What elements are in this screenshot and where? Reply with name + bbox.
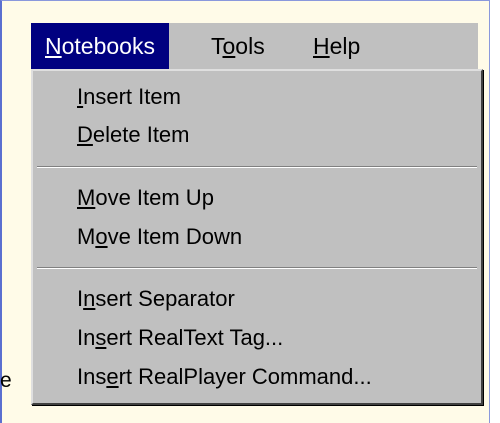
menu-item-insert-separator-post: sert Separator bbox=[95, 286, 235, 311]
menu-notebooks-accelerator: N bbox=[45, 33, 62, 59]
menu-help-post: elp bbox=[329, 33, 361, 59]
menu-item-insert-realplayer-command[interactable]: Insert RealPlayer Command... bbox=[77, 360, 372, 394]
menu-item-insert-realtext-tag-pre: In bbox=[77, 325, 96, 350]
menu-item-delete-item[interactable]: Delete Item bbox=[77, 118, 190, 152]
menubar: Notebooks Tools Help bbox=[31, 23, 478, 69]
menu-item-move-item-down-pre: M bbox=[77, 224, 96, 249]
menu-item-move-item-down-post: ve Item Down bbox=[107, 224, 243, 249]
background-text-fragment: e bbox=[0, 369, 12, 392]
menu-tools[interactable]: Tools bbox=[197, 23, 279, 69]
menu-item-insert-separator[interactable]: Insert Separator bbox=[77, 282, 235, 316]
menu-item-insert-realtext-tag-post: ert RealText Tag... bbox=[106, 325, 284, 350]
menu-separator-1 bbox=[37, 166, 477, 168]
menu-help-accelerator: H bbox=[313, 33, 330, 59]
menu-item-insert-realtext-tag[interactable]: Insert RealText Tag... bbox=[77, 321, 283, 355]
menu-item-insert-item[interactable]: Insert Item bbox=[77, 80, 181, 114]
menu-tools-post: ols bbox=[235, 33, 265, 59]
menu-item-insert-separator-accelerator: n bbox=[83, 286, 96, 311]
menu-item-insert-realplayer-command-pre: Ins bbox=[77, 364, 107, 389]
menu-item-insert-realtext-tag-accelerator: s bbox=[95, 325, 107, 350]
menu-item-move-item-up[interactable]: Move Item Up bbox=[77, 181, 214, 215]
menu-notebooks[interactable]: Notebooks bbox=[31, 23, 169, 69]
menu-item-insert-item-post: nsert Item bbox=[83, 84, 181, 109]
menu-help[interactable]: Help bbox=[299, 23, 374, 69]
menu-item-move-item-up-post: ove Item Up bbox=[95, 185, 214, 210]
menu-item-insert-realplayer-command-accelerator: e bbox=[106, 364, 119, 389]
menu-item-delete-item-accelerator: D bbox=[77, 122, 93, 147]
menu-tools-pre: T bbox=[211, 33, 223, 59]
menu-item-move-item-down[interactable]: Move Item Down bbox=[77, 220, 242, 254]
menu-item-move-item-down-accelerator: o bbox=[95, 224, 108, 249]
menu-notebooks-post: otebooks bbox=[61, 33, 155, 59]
menu-separator-2 bbox=[37, 267, 477, 269]
menu-tools-accelerator: o bbox=[222, 33, 236, 59]
menu-item-delete-item-post: elete Item bbox=[92, 122, 190, 147]
menu-item-insert-realplayer-command-post: rt RealPlayer Command... bbox=[118, 364, 372, 389]
notebooks-dropdown-menu: Insert Item Delete Item Move Item Up Mov… bbox=[31, 69, 483, 405]
menu-item-move-item-up-accelerator: M bbox=[77, 185, 96, 210]
